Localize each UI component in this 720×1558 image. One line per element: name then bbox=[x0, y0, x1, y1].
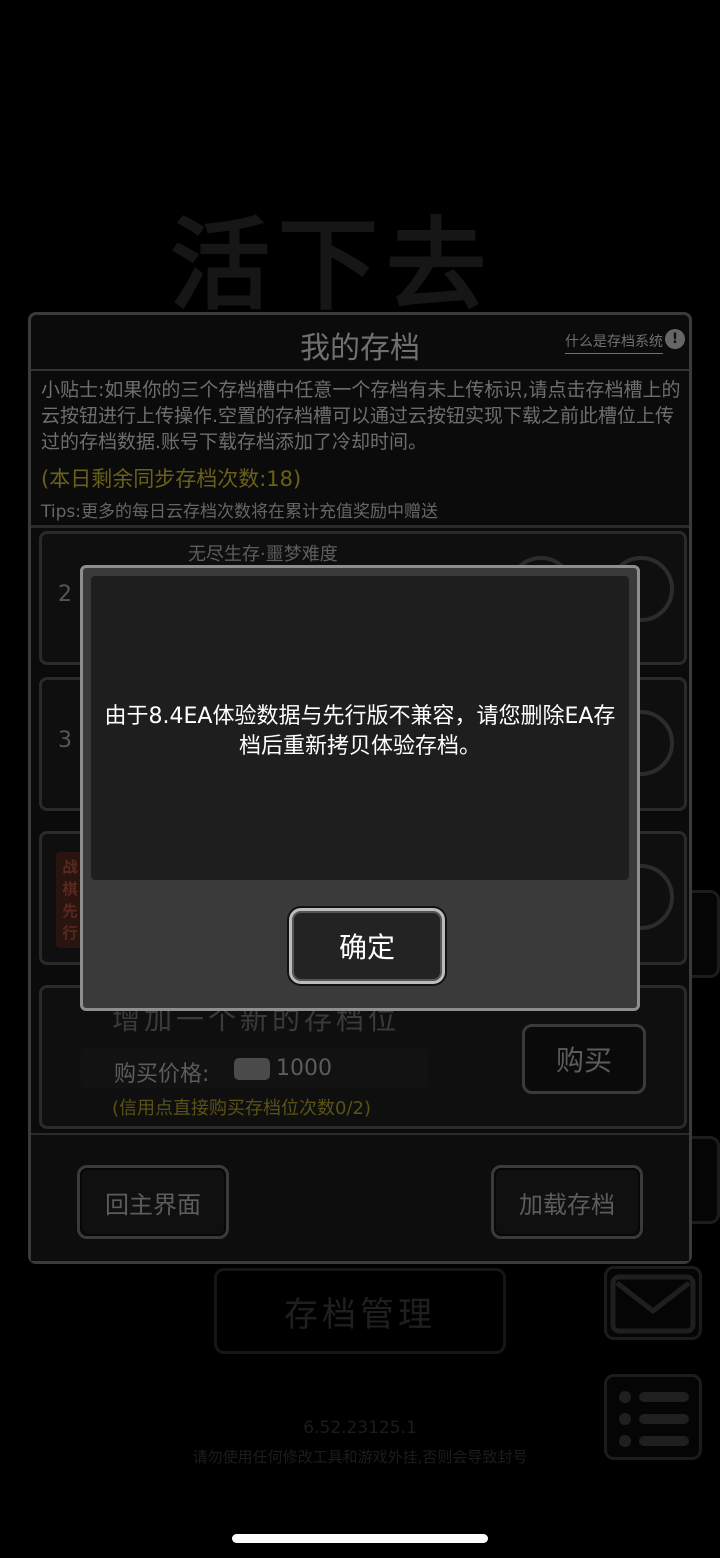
warning-label: 请勿使用任何修改工具和游戏外挂,否则会导致封号 bbox=[192, 1448, 528, 1466]
price-label: 购买价格: bbox=[114, 1062, 210, 1087]
buy-button[interactable]: 购买 bbox=[522, 1024, 646, 1094]
load-save-button[interactable]: 加载存档 bbox=[491, 1165, 643, 1239]
slot-number: 3 bbox=[58, 728, 72, 753]
help-link[interactable]: 什么是存档系统 bbox=[565, 331, 663, 354]
price-value: 1000 bbox=[276, 1056, 332, 1081]
version-label: 6.52.23125.1 bbox=[303, 1418, 417, 1438]
dialog-body: 由于8.4EA体验数据与先行版不兼容，请您删除EA存档后重新拷贝体验存档。 bbox=[91, 576, 629, 880]
alert-dialog: 由于8.4EA体验数据与先行版不兼容，请您删除EA存档后重新拷贝体验存档。 确定 bbox=[80, 565, 640, 1011]
mail-button[interactable] bbox=[604, 1266, 702, 1340]
price-row: 购买价格: 1000 bbox=[80, 1048, 428, 1088]
sync-count-text: (本日剩余同步存档次数:18) bbox=[41, 467, 302, 491]
buy-limit-note: (信用点直接购买存档位次数0/2) bbox=[112, 1098, 372, 1119]
confirm-button[interactable]: 确定 bbox=[289, 908, 445, 984]
tips-more-text: Tips:更多的每日云存档次数将在累计充值奖励中赠送 bbox=[41, 502, 438, 522]
divider bbox=[31, 525, 689, 528]
dialog-message: 由于8.4EA体验数据与先行版不兼容，请您删除EA存档后重新拷贝体验存档。 bbox=[104, 704, 616, 759]
game-title-logo: 活下去 bbox=[170, 206, 494, 324]
slot-name: 无尽生存·噩梦难度 bbox=[188, 544, 338, 565]
panel-footer: 回主界面 加载存档 bbox=[31, 1133, 689, 1261]
info-icon[interactable]: ! bbox=[665, 329, 685, 349]
slot-number: 2 bbox=[58, 582, 72, 607]
menu-icon bbox=[619, 1391, 689, 1447]
mail-icon bbox=[610, 1274, 696, 1334]
credit-icon bbox=[234, 1058, 270, 1080]
tip-text: 小贴士:如果你的三个存档槽中任意一个存档有未上传标识,请点击存档槽上的云按钮进行… bbox=[41, 379, 681, 453]
save-management-button[interactable]: 存档管理 bbox=[214, 1268, 506, 1354]
home-indicator[interactable] bbox=[232, 1534, 488, 1543]
panel-header: 我的存档 什么是存档系统 ! bbox=[31, 315, 689, 371]
home-button[interactable]: 回主界面 bbox=[77, 1165, 229, 1239]
